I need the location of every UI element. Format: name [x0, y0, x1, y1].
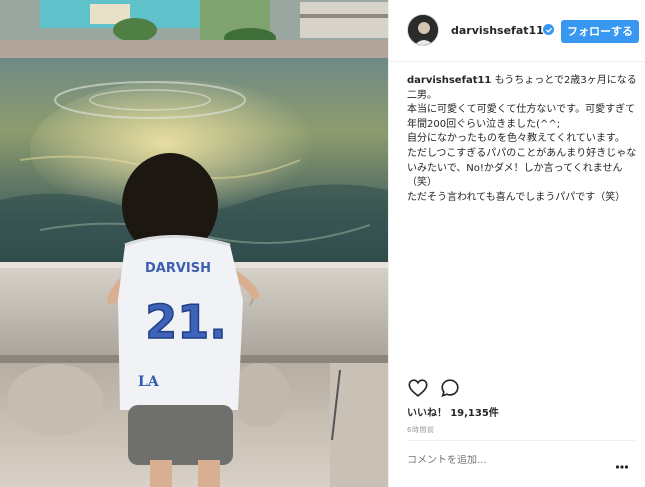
- post-photo[interactable]: DARVISH 21. LA: [0, 0, 388, 487]
- follow-button[interactable]: フォローする: [561, 20, 639, 43]
- likes-count[interactable]: いいね！ 19,135件: [407, 404, 499, 419]
- comment-divider: [407, 440, 635, 441]
- comment-input[interactable]: [407, 455, 607, 466]
- username-link[interactable]: darvishsefat11: [451, 24, 544, 37]
- heart-icon[interactable]: [407, 377, 429, 399]
- post-timestamp[interactable]: 6時間前: [407, 425, 434, 435]
- post-side-panel: darvishsefat11 フォローする darvishsefat11 もうち…: [388, 0, 645, 487]
- photo-illustration: DARVISH 21. LA: [0, 0, 388, 487]
- verified-badge-icon: [543, 24, 554, 35]
- likes-number: 19,135件: [450, 408, 499, 419]
- shirt-logo: LA: [138, 374, 160, 390]
- avatar[interactable]: [407, 14, 439, 46]
- post-header: darvishsefat11 フォローする: [389, 0, 645, 62]
- caption-text: もうちょっとで2歳3ヶ月になる二男。 本当に可愛くて可愛くて仕方ないです。可愛す…: [407, 75, 637, 203]
- caption-author-link[interactable]: darvishsefat11: [407, 75, 491, 86]
- likes-label: いいね！: [407, 408, 447, 419]
- shirt-number-text: 21.: [145, 295, 227, 349]
- shirt-name-text: DARVISH: [145, 261, 211, 276]
- more-dots-icon[interactable]: [615, 457, 629, 469]
- comment-bubble-icon[interactable]: [439, 377, 461, 399]
- post-caption: darvishsefat11 もうちょっとで2歳3ヶ月になる二男。 本当に可愛く…: [407, 74, 639, 205]
- post-actions: [407, 377, 639, 399]
